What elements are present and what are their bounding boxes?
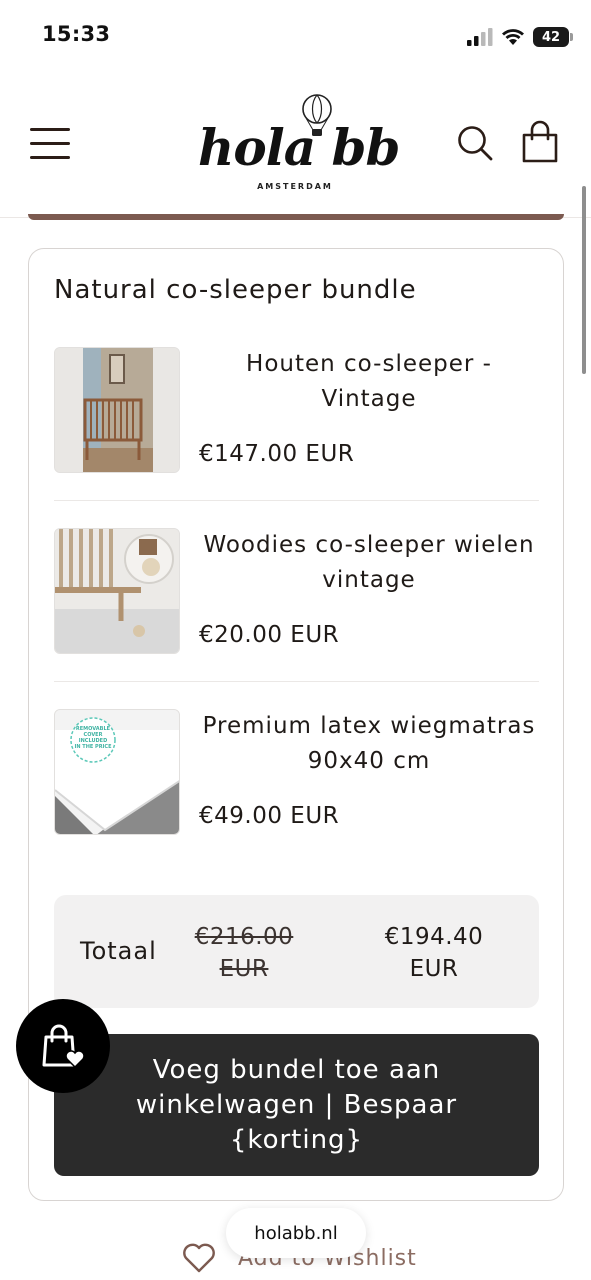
- item-price: €49.00 EUR: [199, 803, 340, 829]
- total-discounted-price: €194.40 EUR: [384, 924, 484, 982]
- search-icon: [458, 126, 493, 161]
- shopping-bag-heart-icon: [42, 1024, 85, 1069]
- status-bar: 15:33 42: [0, 0, 591, 66]
- product-image-mattress[interactable]: REMOVABLE COVER INCLUDED IN THE PRICE: [54, 709, 180, 835]
- status-icons: 42: [467, 24, 573, 50]
- item-divider: [54, 681, 539, 682]
- item-name[interactable]: Woodies co-sleeper wielen vintage: [199, 528, 539, 598]
- menu-icon-bar: [30, 142, 70, 145]
- menu-button[interactable]: [28, 126, 72, 160]
- logo-subtitle: AMSTERDAM: [257, 182, 333, 191]
- logo[interactable]: hola bb AMSTERDAM: [190, 90, 400, 200]
- status-time: 15:33: [42, 22, 111, 46]
- wheels-photo: [55, 529, 179, 653]
- logo-text: hola bb: [198, 118, 400, 177]
- mattress-badge: REMOVABLE COVER INCLUDED IN THE PRICE: [69, 726, 117, 750]
- cart-icon: [522, 120, 558, 163]
- heart-icon: [183, 1243, 215, 1273]
- battery-icon: 42: [533, 27, 573, 47]
- menu-icon: [30, 128, 70, 131]
- total-original-price: €216.00 EUR: [194, 924, 294, 982]
- battery-level: 42: [541, 29, 561, 45]
- bundle-item: Woodies co-sleeper wielen vintage €20.00…: [54, 528, 539, 709]
- bundle-total: Totaal €216.00 EUR €194.40 EUR: [54, 895, 539, 1008]
- total-label: Totaal: [80, 937, 157, 965]
- search-button[interactable]: [456, 124, 494, 162]
- add-bundle-label: Voeg bundel toe aan winkelwagen | Bespaa…: [135, 1054, 458, 1155]
- cart-button[interactable]: [520, 120, 560, 164]
- site-header: hola bb AMSTERDAM: [0, 66, 591, 218]
- wishlist-launcher-button[interactable]: [16, 999, 110, 1093]
- item-price: €20.00 EUR: [199, 622, 340, 648]
- bundle-item: Houten co-sleeper - Vintage €147.00 EUR: [54, 347, 539, 528]
- bundle-title: Natural co-sleeper bundle: [54, 275, 417, 305]
- menu-icon-bar: [30, 156, 70, 159]
- signal-icon: [467, 28, 493, 46]
- add-bundle-to-cart-button[interactable]: Voeg bundel toe aan winkelwagen | Bespaa…: [54, 1034, 539, 1176]
- co-sleeper-photo: [55, 348, 179, 472]
- bundle-item: REMOVABLE COVER INCLUDED IN THE PRICE Pr…: [54, 709, 539, 890]
- item-price: €147.00 EUR: [199, 441, 355, 467]
- product-image-wheels[interactable]: [54, 528, 180, 654]
- product-image-co-sleeper[interactable]: [54, 347, 180, 473]
- item-name[interactable]: Houten co-sleeper - Vintage: [199, 347, 539, 417]
- header-accent-bar: [28, 214, 564, 220]
- browser-url-pill[interactable]: holabb.nl: [226, 1208, 366, 1258]
- scrollbar[interactable]: [582, 186, 586, 374]
- wifi-icon: [502, 29, 524, 45]
- balloon-icon: [302, 94, 332, 136]
- item-name[interactable]: Premium latex wiegmatras 90x40 cm: [199, 709, 539, 779]
- item-divider: [54, 500, 539, 501]
- badge-line: IN THE PRICE: [74, 744, 112, 750]
